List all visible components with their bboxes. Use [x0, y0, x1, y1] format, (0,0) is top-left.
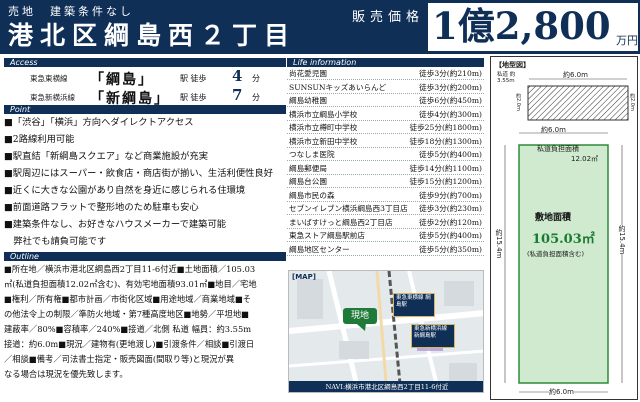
facility-distance: 徒歩3分(約230m) — [419, 204, 482, 213]
area-map[interactable]: [MAP] 現地 東急東横線 綱島駅 東急新横浜線 新綱島駅 NAVI:横浜市港… — [288, 270, 484, 393]
facility-name: 綱島幼稚園 — [289, 96, 327, 105]
outline-line: の他法令上の制限／準防火地域・第7種高度地区■地勢／平坦地■ — [4, 309, 249, 319]
facility-name: 横浜市立綱島小学校 — [289, 109, 358, 119]
area-title: 敷地面積 — [535, 213, 572, 223]
facility-name: 横浜市立新田中学校 — [289, 136, 358, 146]
facility-name: 綱島市民の森 — [289, 190, 335, 200]
life-row: 横浜市立綱島小学校 徒歩4分(約300m) — [287, 108, 484, 121]
left-length: 約15.4m — [494, 229, 504, 259]
right-small-dim: 約2.0m — [629, 93, 635, 111]
outline-line: ■権利／所有権■都市計画／市街化区域■用途地域／商業地域■そ — [4, 294, 252, 304]
facility-distance: 徒歩3分(約210m) — [419, 69, 482, 78]
life-row: SUNSUNキッズあいらんど 徒歩3分(約200m) — [287, 81, 484, 94]
site-plan: 【地型図】 私道 約3.55m 約6.0m 約2.0m 約2.0m 約6.0m … — [490, 56, 638, 400]
inner-width: 約6.0m — [541, 126, 566, 134]
life-row: つなしま医院 徒歩5分(約400m) — [287, 148, 484, 162]
life-row: まいばすけっと綱島西2丁目店 徒歩2分(約120m) — [287, 216, 484, 229]
access-line-name: 東急東横線 — [30, 74, 68, 83]
outline-line: ■所在地／横浜市港北区綱島西2丁目11-6付近■土地面積／105.03 — [4, 264, 256, 274]
facility-name: 東急ストア綱島駅前店 — [289, 231, 365, 240]
point-item: ■前面道路フラットで整形地のため駐車も安心 — [4, 202, 199, 213]
point-item: ■建築条件なし、お好きなハウスメーカーで建築可能 — [4, 219, 227, 230]
facility-distance: 徒歩3分(約200m) — [419, 82, 482, 92]
facility-distance: 徒歩18分(約1300m) — [409, 136, 483, 146]
access-line-name: 東急新横浜線 — [30, 93, 75, 102]
private-road-label: 私道 約3.55m — [497, 72, 516, 84]
shin-tsunashima-station-label: 東急新横浜線 新綱島駅 — [411, 324, 455, 348]
life-row: 綱島幼稚園 徒歩6分(約450m) — [287, 94, 484, 108]
life-row: 東急ストア綱島駅前店 徒歩5分(約400m) — [287, 229, 484, 243]
facility-distance: 徒歩6分(約450m) — [419, 96, 482, 105]
point-section-header: Point — [4, 105, 286, 114]
facility-name: つなしま医院 — [289, 150, 335, 159]
map-label: [MAP] — [292, 273, 316, 281]
facility-name: セブンイレブン横浜綱島西3丁目店 — [289, 204, 408, 213]
facility-name: 尚花愛児園 — [289, 69, 327, 78]
facility-distance: 徒歩9分(約700m) — [419, 190, 482, 200]
life-row: セブンイレブン横浜綱島西3丁目店 徒歩3分(約230m) — [287, 202, 484, 216]
point-item: 弊社でも請負可能です — [4, 236, 107, 247]
life-row: 横浜市立新田中学校 徒歩18分(約1300m) — [287, 135, 484, 148]
facility-distance: 徒歩4分(約300m) — [419, 109, 482, 119]
outline-line: ／相談■備考／司法書士指定・販売図面(間取り等)と現況が異 — [4, 354, 235, 364]
life-section-header: Life information — [287, 58, 484, 67]
facility-distance: 徒歩14分(約1100m) — [409, 163, 483, 173]
price-value: 1億2,800 — [432, 4, 611, 48]
site-plan-label: 【地型図】 — [495, 61, 530, 69]
point-item: ■駅周辺にはスーパー・飲食店・商店街が揃い、生活利便性良好 — [4, 168, 274, 179]
facility-name: 綱島地区センター — [289, 244, 350, 254]
bottom-width: 約6.0m — [549, 387, 574, 397]
life-row: 綱島市民の森 徒歩9分(約700m) — [287, 189, 484, 202]
facility-distance: 徒歩15分(約1200m) — [409, 177, 483, 186]
facility-name: 横浜市立樽町中学校 — [289, 123, 358, 132]
facility-name: 綱島台公園 — [289, 177, 327, 186]
map-navi-address: NAVI:横浜市港北区綱島西2丁目11-6付近 — [289, 381, 483, 392]
facility-distance: 徒歩5分(約400m) — [419, 231, 482, 240]
facility-name: 綱島郵便局 — [289, 163, 327, 173]
tsunashima-station-label: 東急東横線 綱島駅 — [393, 293, 435, 317]
point-item: ■駅直結「新綱島スクエア」など商業施設が充実 — [4, 151, 209, 162]
right-length: 約15.4m — [617, 225, 627, 255]
access-walk-label: 駅 徒歩 — [180, 93, 207, 102]
access-walk-label: 駅 徒歩 — [180, 74, 207, 83]
access-block: 東急東横線 「綱島」 駅 徒歩 4 分 東急新横浜線 「新綱島」 駅 徒歩 7 … — [4, 66, 286, 107]
outline-line: 建蔽率／80%■容積率／240%■接道／北側 私道 幅員：約3.55m — [4, 324, 252, 334]
point-item: ■2路線利用可能 — [4, 134, 75, 145]
page-title: 港北区綱島西２丁目 — [8, 21, 297, 50]
road-area-value: 12.02㎡ — [571, 155, 599, 163]
outline-section-header: Outline — [4, 252, 286, 261]
access-minutes: 7 — [232, 86, 243, 104]
facility-distance: 徒歩25分(約1800m) — [409, 123, 483, 132]
life-row: 綱島台公園 徒歩15分(約1200m) — [287, 175, 484, 189]
access-minutes-unit: 分 — [252, 74, 260, 83]
outline-line: 接道：約6.0m■現況／建物有(更地渡し)■引渡条件／相談■引渡日 — [4, 339, 255, 349]
road-area-label: 私道負担面積 — [537, 145, 579, 153]
left-small-dim: 約2.0m — [515, 93, 521, 111]
price-label: 販売価格 — [352, 10, 425, 25]
access-minutes-unit: 分 — [252, 93, 260, 102]
life-row: 綱島地区センター 徒歩5分(約350m) — [287, 243, 484, 256]
life-row: 尚花愛児園 徒歩3分(約210m) — [287, 67, 484, 81]
access-station: 「綱島」 — [90, 72, 154, 88]
site-marker: 現地 — [343, 308, 377, 324]
point-item: ■近くに大きな公園があり自然を身近に感じられる住環境 — [4, 185, 246, 196]
price-unit: 万円 — [616, 34, 638, 47]
point-item: ■「渋谷」「横浜」方向へダイレクトアクセス — [4, 117, 194, 128]
top-width: 約6.0m — [563, 71, 588, 79]
facility-distance: 徒歩5分(約400m) — [419, 150, 482, 159]
facility-distance: 徒歩5分(約350m) — [419, 244, 482, 254]
area-note: (私道負担面積含む) — [527, 250, 585, 258]
outline-line: ㎡(私道負担面積12.02㎡含む)、有効宅地面積93.01㎡■地目／宅地 — [4, 279, 257, 289]
facility-name: まいばすけっと綱島西2丁目店 — [289, 217, 393, 227]
area-value: 105.03㎡ — [532, 232, 595, 247]
facility-distance: 徒歩2分(約120m) — [419, 217, 482, 227]
access-minutes: 4 — [232, 67, 243, 85]
outline-line: なる場合は現況を優先致します。 — [4, 369, 128, 379]
life-row: 綱島郵便局 徒歩14分(約1100m) — [287, 162, 484, 175]
facility-name: SUNSUNキッズあいらんど — [289, 82, 387, 92]
life-row: 横浜市立樽町中学校 徒歩25分(約1800m) — [287, 121, 484, 135]
